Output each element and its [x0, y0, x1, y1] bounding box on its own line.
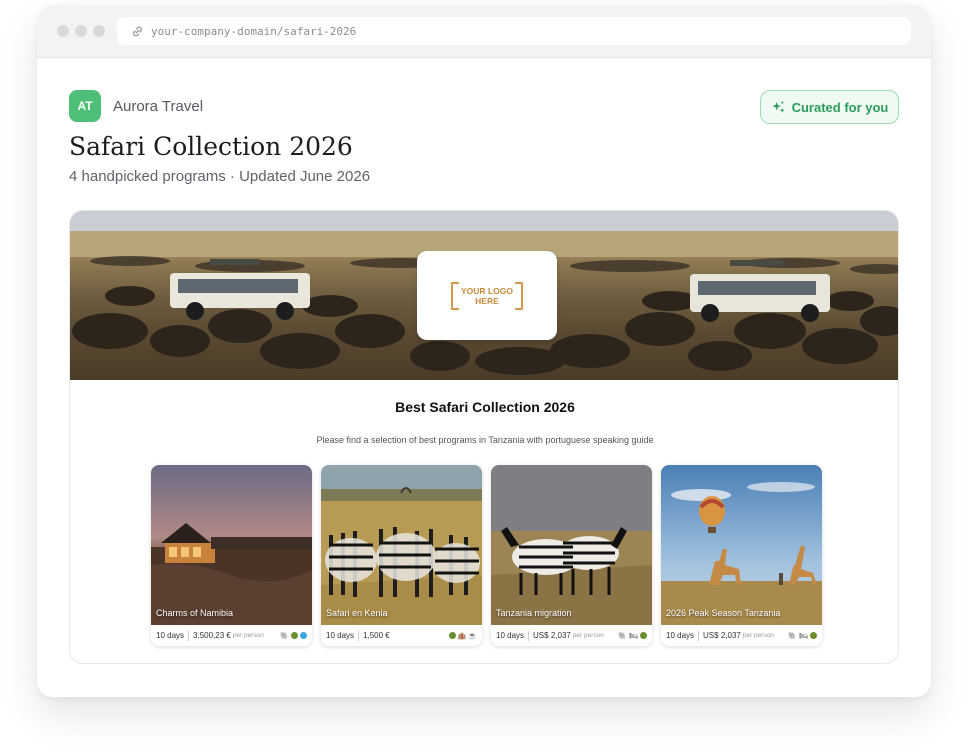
collection-card: YOUR LOGO HERE Best Safari Collection 20… — [69, 210, 899, 664]
program-name: Tanzania migration — [496, 608, 572, 618]
sparkles-icon — [772, 100, 785, 113]
program-price: US$ 2,037 — [533, 631, 571, 640]
diamond-icon — [300, 631, 307, 639]
window-minimize-dot[interactable] — [75, 25, 87, 37]
bed-icon: 🛏 — [799, 632, 808, 640]
window-maximize-dot[interactable] — [93, 25, 105, 37]
address-bar[interactable]: your-company-domain/safari-2026 — [117, 17, 911, 45]
program-card[interactable]: Charms of Namibia 10 days 3,500,23 € per… — [151, 465, 312, 646]
program-image — [491, 465, 652, 625]
program-duration: 10 days — [666, 631, 695, 640]
program-image — [321, 465, 482, 625]
bed-icon: 🛏 — [629, 632, 638, 640]
program-card[interactable]: 2026 Peak Season Tanzania 10 days US$ 2,… — [661, 465, 822, 646]
program-image — [661, 465, 822, 625]
program-name: 2026 Peak Season Tanzania — [666, 608, 781, 618]
globe-icon — [291, 631, 298, 639]
browser-chrome: your-company-domain/safari-2026 — [37, 6, 931, 58]
logo-placeholder-line2: HERE — [475, 295, 499, 306]
logo-placeholder-line1: YOUR LOGO — [461, 285, 513, 296]
globe-icon — [448, 631, 456, 639]
coffee-icon: ☕ — [468, 632, 477, 640]
globe-icon — [640, 631, 647, 639]
program-duration: 10 days — [496, 631, 525, 640]
program-footer: 10 days 1,500 € 🏨 ☕ — [321, 625, 482, 646]
curated-label: Curated for you — [791, 99, 889, 115]
link-icon — [132, 26, 143, 36]
program-duration: 10 days — [326, 631, 355, 640]
browser-window: your-company-domain/safari-2026 AT Auror… — [37, 6, 931, 697]
window-close-dot[interactable] — [57, 25, 69, 37]
program-duration: 10 days — [156, 631, 185, 640]
collection-description: Please find a selection of best programs… — [316, 435, 654, 445]
page-subtitle: 4 handpicked programs · Updated June 202… — [69, 168, 371, 185]
globe-icon — [810, 631, 817, 639]
avatar: AT — [69, 90, 101, 122]
elephant-icon: 🐘 — [618, 632, 628, 640]
program-price: 3,500,23 € — [193, 631, 231, 640]
program-footer: 10 days US$ 2,037 per person 🐘 🛏 — [491, 625, 652, 646]
safari-vehicle-right — [690, 260, 830, 322]
program-per-person: per person — [572, 632, 604, 639]
program-name: Safari en Kenia — [326, 608, 388, 618]
program-card[interactable]: Tanzania migration 10 days US$ 2,037 per… — [491, 465, 652, 646]
elephant-icon: 🐘 — [280, 632, 289, 640]
program-image — [151, 465, 312, 625]
program-per-person: per person — [742, 632, 774, 639]
elephant-icon: 🐘 — [788, 632, 798, 640]
brand-name: Aurora Travel — [113, 98, 204, 115]
url-text: your-company-domain/safari-2026 — [151, 24, 357, 38]
program-per-person: per person — [232, 632, 264, 639]
program-price: 1,500 € — [363, 631, 390, 640]
hero-banner: YOUR LOGO HERE — [70, 211, 898, 380]
curated-badge[interactable]: Curated for you — [760, 90, 899, 124]
program-card[interactable]: Safari en Kenia 10 days 1,500 € 🏨 ☕ — [321, 465, 482, 646]
program-footer: 10 days US$ 2,037 per person 🐘 🛏 — [661, 625, 822, 646]
collection-title: Best Safari Collection 2026 — [395, 399, 575, 415]
program-footer: 10 days 3,500,23 € per person 🐘 — [151, 625, 312, 646]
hotel-icon: 🏨 — [457, 632, 467, 640]
program-name: Charms of Namibia — [156, 608, 234, 618]
page-title: Safari Collection 2026 — [69, 132, 353, 161]
logo-placeholder[interactable]: YOUR LOGO HERE — [417, 251, 557, 340]
program-price: US$ 2,037 — [703, 631, 741, 640]
